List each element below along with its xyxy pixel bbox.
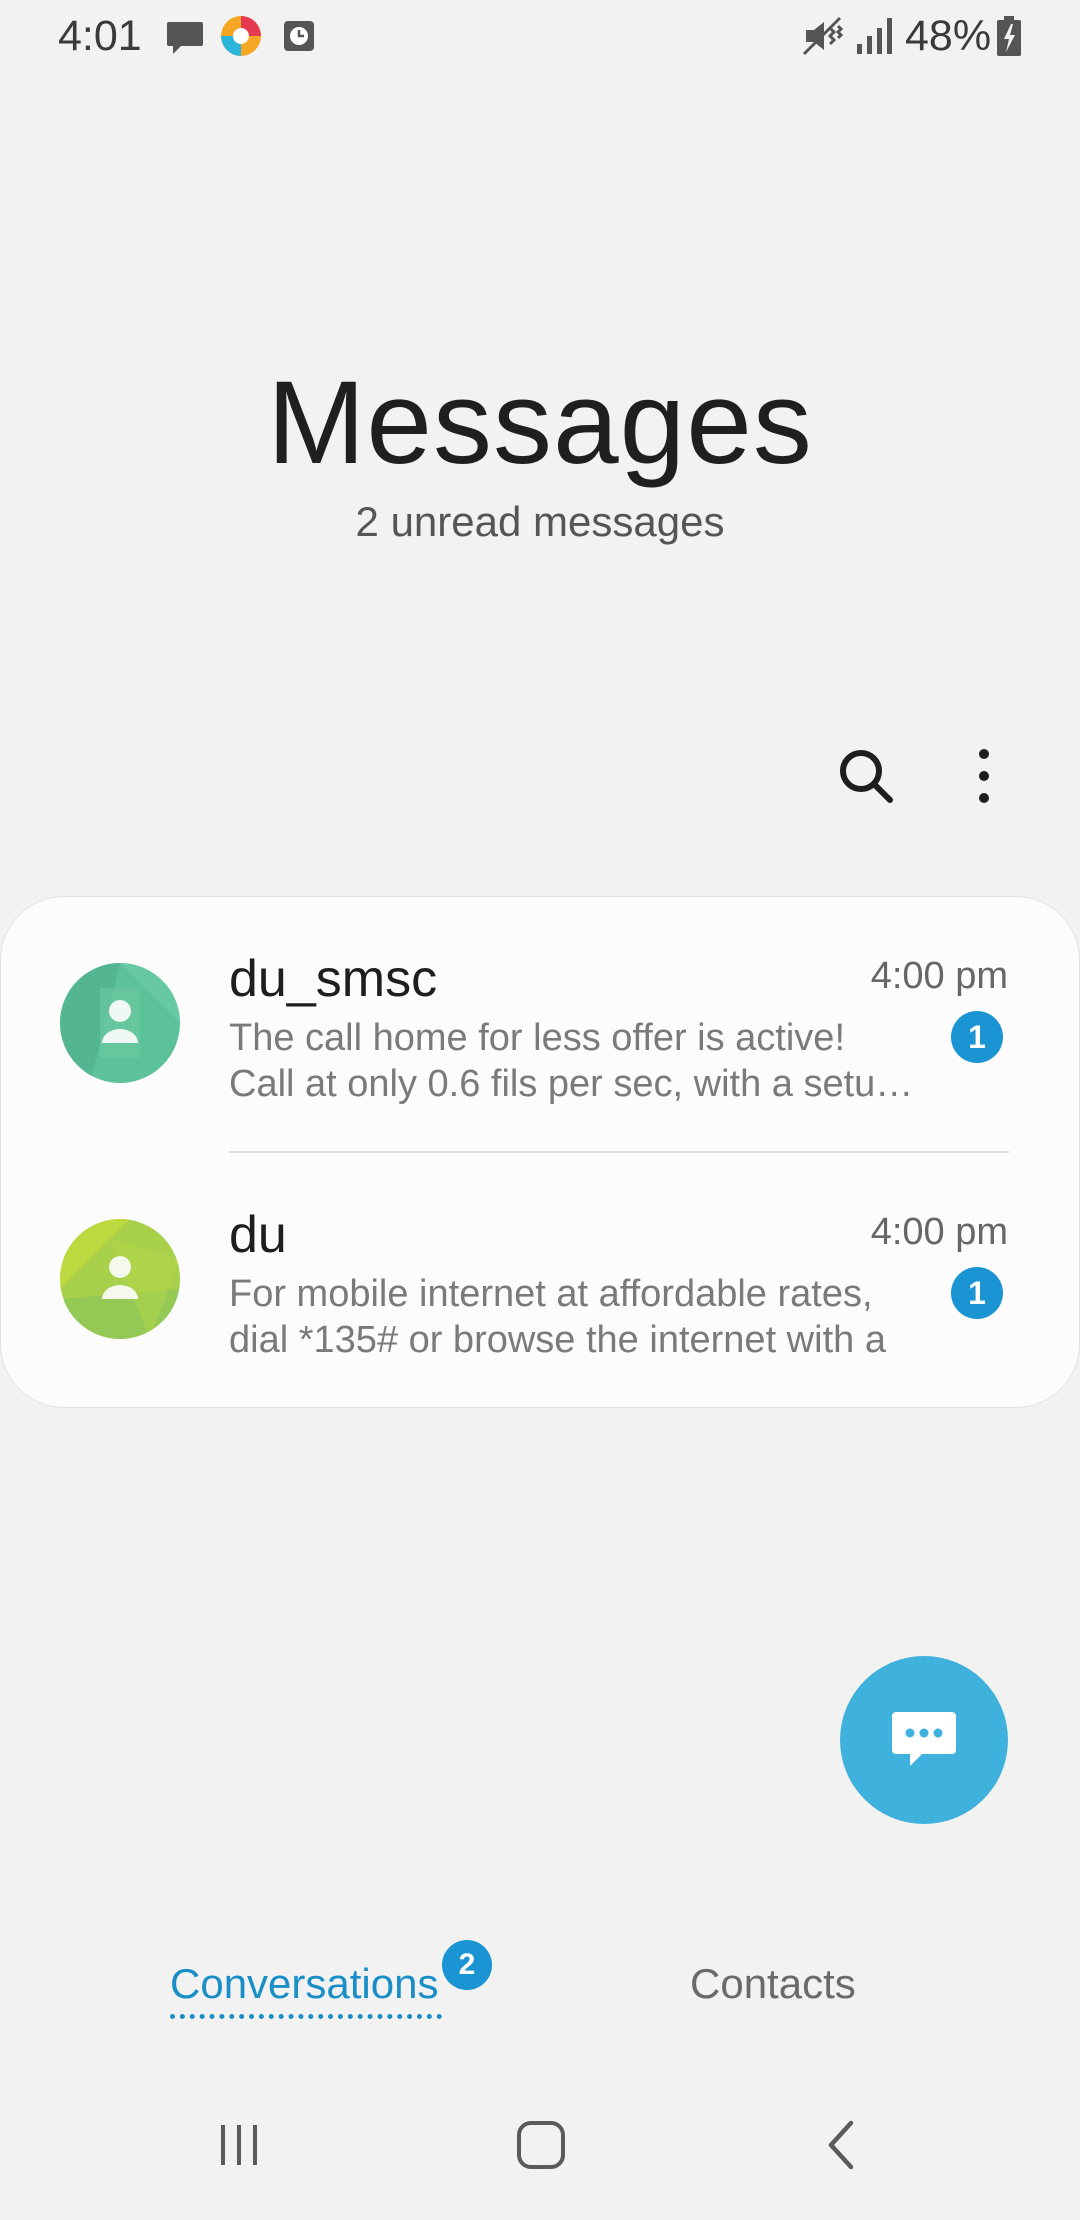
conversation-time: 4:00 pm (870, 955, 1008, 997)
conversation-name: du_smsc (229, 950, 438, 1008)
search-button[interactable] (828, 738, 904, 814)
new-message-button[interactable] (840, 1656, 1008, 1824)
more-options-icon (979, 749, 989, 803)
unread-badge: 1 (951, 1267, 1003, 1319)
battery-charging-icon (997, 16, 1021, 56)
avatar (60, 1219, 180, 1339)
status-bar: 4:01 48% (0, 0, 1080, 72)
conversation-item-du[interactable]: du 4:00 pm For mobile internet at afford… (1, 1153, 1080, 1409)
recents-button[interactable] (199, 2110, 279, 2180)
avatar (60, 963, 180, 1083)
status-time: 4:01 (58, 12, 142, 60)
messages-screen: 4:01 48% Messages 2 unread messages du_s… (0, 0, 1080, 2220)
new-message-icon (892, 1712, 956, 1766)
battery-percent: 48% (905, 12, 992, 60)
contact-placeholder-icon (60, 963, 180, 1083)
vibrate-icon (802, 16, 844, 56)
home-icon (517, 2121, 565, 2169)
contact-placeholder-icon (60, 1219, 180, 1339)
preview-line-2: dial *135# or browse the internet with a (229, 1319, 886, 1361)
conversation-item-du-smsc[interactable]: du_smsc 4:00 pm The call home for less o… (1, 897, 1080, 1153)
conversation-time: 4:00 pm (870, 1211, 1008, 1253)
conversation-name: du (229, 1206, 287, 1264)
unread-count-subtitle: 2 unread messages (355, 498, 725, 545)
preview-line-2: Call at only 0.6 fils per sec, with a se… (229, 1063, 929, 1105)
signal-icon (857, 18, 892, 54)
recents-icon (221, 2125, 257, 2165)
more-options-button[interactable] (946, 738, 1022, 814)
preview-line-1: For mobile internet at affordable rates, (229, 1273, 873, 1315)
conversation-preview: For mobile internet at affordable rates,… (229, 1271, 929, 1363)
message-notification-icon (167, 22, 203, 54)
tab-active-indicator (170, 2014, 442, 2019)
preview-line-1: The call home for less offer is active! (229, 1017, 845, 1059)
unread-badge: 1 (951, 1011, 1003, 1063)
tab-contacts[interactable]: Contacts (690, 1960, 856, 2008)
app-notification-icon (221, 16, 261, 56)
search-icon (840, 750, 893, 803)
conversations-count-badge: 2 (442, 1940, 492, 1990)
clock-notification-icon (284, 21, 314, 51)
conversation-preview: The call home for less offer is active! … (229, 1015, 929, 1107)
conversation-list: du_smsc 4:00 pm The call home for less o… (0, 896, 1080, 1408)
home-button[interactable] (501, 2110, 581, 2180)
back-icon (828, 2120, 854, 2170)
page-title: Messages (267, 357, 813, 489)
back-button[interactable] (803, 2110, 883, 2180)
tab-conversations[interactable]: Conversations (170, 1960, 438, 2008)
